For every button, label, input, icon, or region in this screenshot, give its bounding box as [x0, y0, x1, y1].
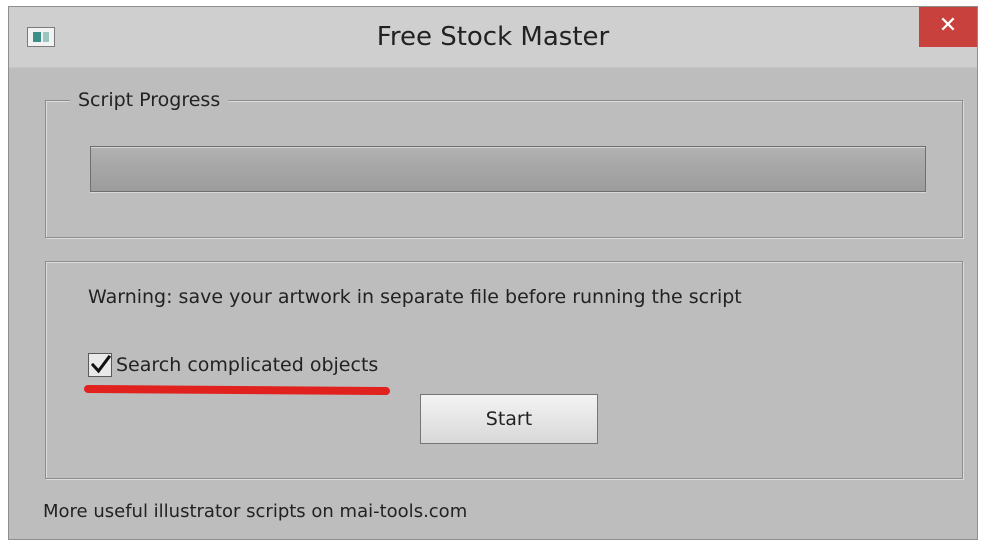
search-complicated-objects-checkbox[interactable]	[88, 353, 112, 377]
close-button[interactable]: ✕	[919, 7, 977, 47]
dialog-window: Free Stock Master ✕ Script Progress Warn…	[8, 6, 978, 540]
script-progress-legend: Script Progress	[70, 87, 229, 113]
script-progress-group: Script Progress	[45, 87, 963, 238]
checkmark-icon	[90, 354, 112, 374]
red-annotation-underline	[83, 384, 391, 396]
footer-text: More useful illustrator scripts on mai-t…	[43, 501, 468, 522]
title-bar[interactable]: Free Stock Master ✕	[9, 7, 977, 68]
script-progress-bar	[90, 146, 926, 192]
window-title: Free Stock Master	[376, 22, 610, 52]
search-complicated-objects-label: Search complicated objects	[116, 354, 379, 376]
warning-text: Warning: save your artwork in separate f…	[88, 286, 742, 308]
options-group: Warning: save your artwork in separate f…	[45, 261, 963, 479]
start-button[interactable]: Start	[420, 394, 598, 444]
search-complicated-objects-option[interactable]: Search complicated objects	[88, 350, 378, 380]
close-icon: ✕	[938, 13, 958, 38]
